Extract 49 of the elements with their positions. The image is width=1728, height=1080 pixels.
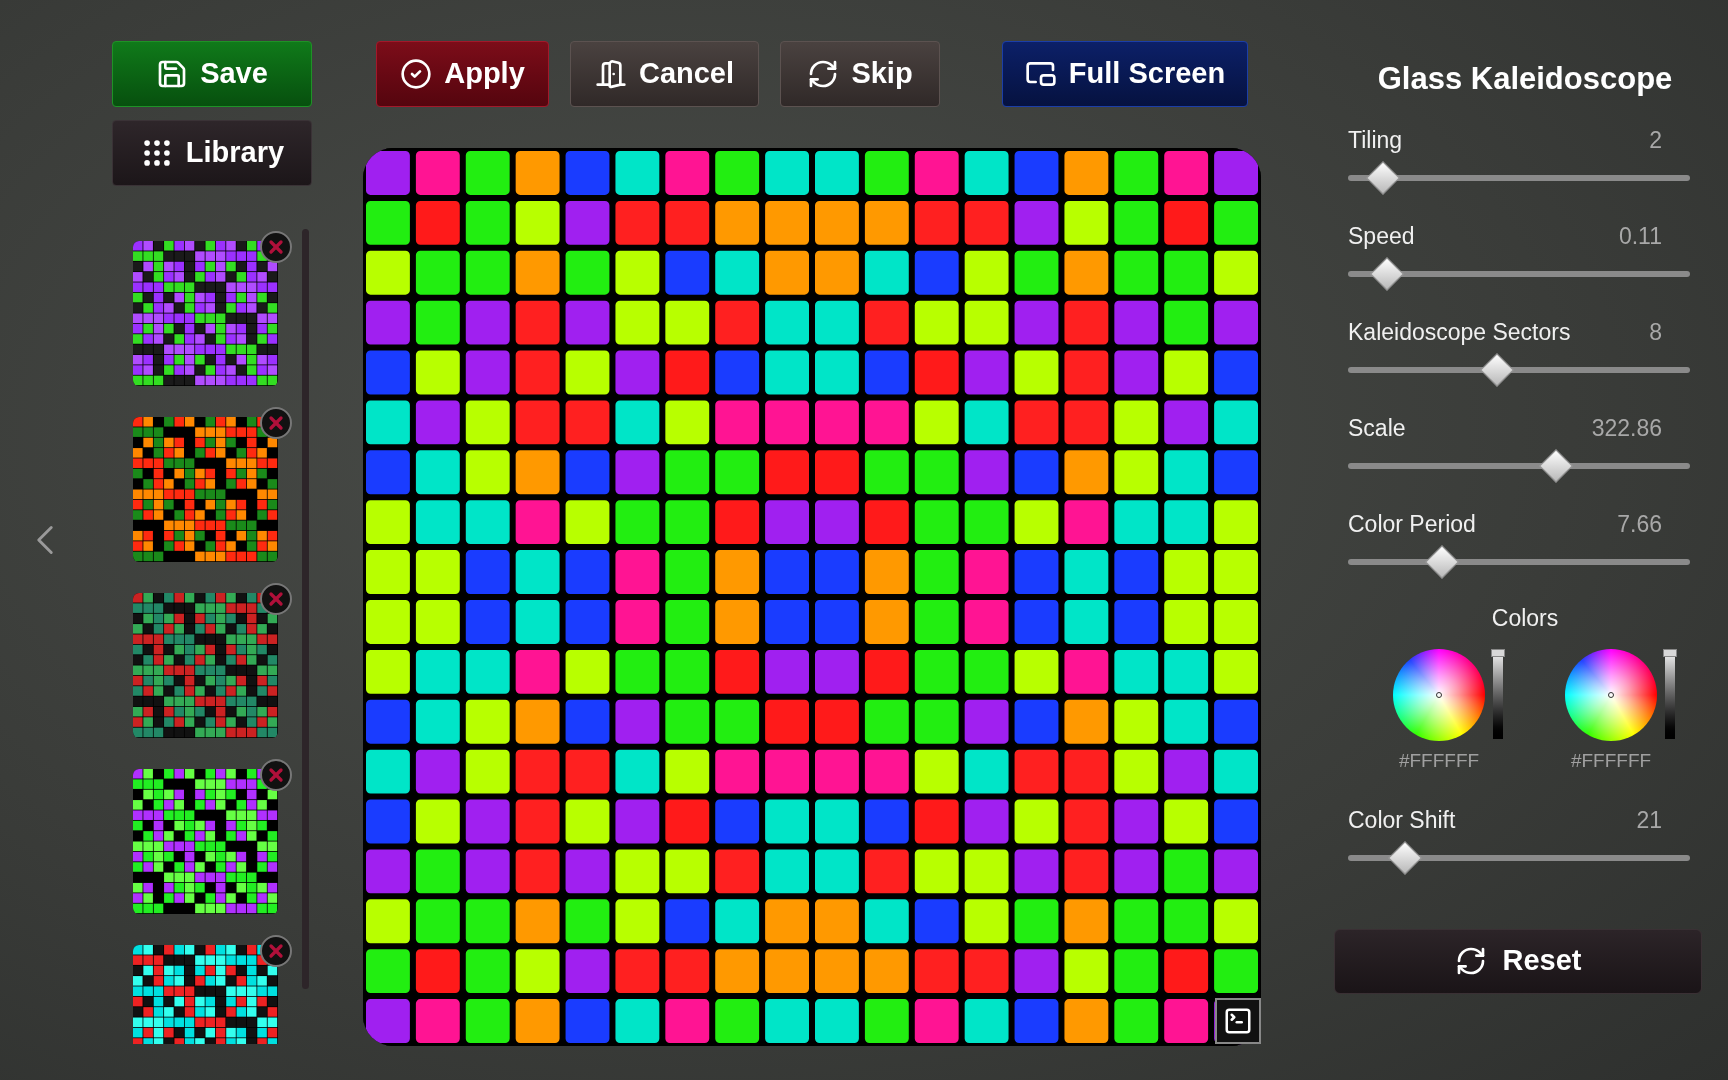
- close-icon: [266, 589, 286, 609]
- save-button[interactable]: Save: [112, 41, 312, 107]
- toolbar-button[interactable]: Cancel: [570, 41, 759, 107]
- preset-thumbnail[interactable]: [133, 241, 278, 386]
- slider[interactable]: [1348, 841, 1690, 875]
- slider-value: 2: [1649, 125, 1662, 155]
- toolbar-button[interactable]: Apply: [376, 41, 549, 107]
- slider[interactable]: [1348, 353, 1690, 387]
- slider[interactable]: [1348, 449, 1690, 483]
- brightness-track[interactable]: [1665, 649, 1675, 739]
- slider-label: Speed: [1348, 221, 1415, 251]
- hex-value: #FFFFFF: [1398, 749, 1480, 773]
- slider-label: Tiling: [1348, 125, 1403, 155]
- library-button[interactable]: Library: [112, 120, 312, 186]
- colors-heading: Colors: [1491, 603, 1559, 633]
- brightness-track[interactable]: [1493, 649, 1503, 739]
- check-circle-icon: [400, 58, 433, 90]
- delete-button[interactable]: [260, 759, 292, 791]
- preset-thumbnail[interactable]: [133, 417, 278, 562]
- slider[interactable]: [1348, 161, 1690, 195]
- close-icon: [266, 413, 286, 433]
- exit-door-icon: [594, 58, 627, 90]
- close-icon: [266, 941, 286, 961]
- slider-label: Color Shift: [1348, 805, 1456, 835]
- slider-label: Scale: [1348, 413, 1406, 443]
- reset-button[interactable]: Reset: [1334, 928, 1702, 994]
- toolbar-button[interactable]: Full Screen: [1002, 41, 1248, 107]
- terminal-icon: [1223, 1006, 1253, 1036]
- slider-label: Color Period: [1348, 509, 1476, 539]
- preset-thumbnail[interactable]: [133, 593, 278, 738]
- hex-value: #FFFFFF: [1570, 749, 1652, 773]
- brightness-thumb[interactable]: [1491, 649, 1505, 657]
- scrollbar[interactable]: [302, 229, 309, 989]
- preset-thumbnail[interactable]: [133, 769, 278, 914]
- close-icon: [266, 237, 286, 257]
- slider-value: 8: [1649, 317, 1662, 347]
- slider[interactable]: [1348, 545, 1690, 579]
- toolbar-button[interactable]: Skip: [780, 41, 940, 107]
- slider-value: 0.11: [1618, 221, 1662, 251]
- console-button[interactable]: [1215, 998, 1261, 1044]
- slider-value: 322.86: [1591, 413, 1662, 443]
- slider[interactable]: [1348, 257, 1690, 291]
- slider-value: 21: [1636, 805, 1662, 835]
- delete-button[interactable]: [260, 231, 292, 263]
- close-icon: [266, 765, 286, 785]
- slider-label: Kaleidoscope Sectors: [1348, 317, 1571, 347]
- panel-title: Glass Kaleidoscope: [1376, 60, 1674, 98]
- brightness-thumb[interactable]: [1663, 649, 1677, 657]
- slider-value: 7.66: [1617, 509, 1662, 539]
